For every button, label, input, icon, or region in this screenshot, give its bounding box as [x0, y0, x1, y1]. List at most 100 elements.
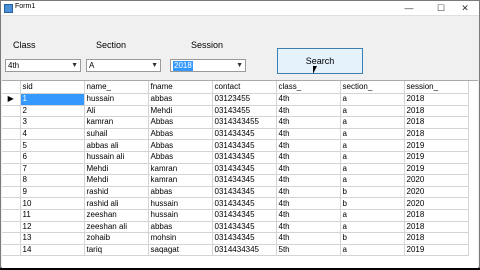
column-header-section[interactable]: section_: [340, 81, 405, 94]
cell-session[interactable]: 2018: [404, 232, 469, 245]
cell-contact[interactable]: 031434345: [212, 151, 277, 164]
cell-class[interactable]: 4th: [276, 105, 341, 118]
chevron-down-icon[interactable]: ▼: [71, 60, 78, 72]
cell-class[interactable]: 4th: [276, 186, 341, 199]
table-row[interactable]: 13 zohaib mohsin 031434345 4th b 2018: [2, 232, 469, 245]
cell-section[interactable]: a: [340, 116, 405, 129]
row-header[interactable]: [2, 209, 21, 222]
row-header[interactable]: [2, 105, 21, 118]
row-header[interactable]: [2, 232, 21, 245]
cell-contact[interactable]: 031434345: [212, 221, 277, 234]
table-row[interactable]: 14 tariq saqagat 0314434345 5th a 2019: [2, 244, 469, 257]
table-row[interactable]: 8 Mehdi kamran 031434345 4th a 2020: [2, 174, 469, 187]
cell-fname[interactable]: abbas: [148, 186, 213, 199]
column-header-fname[interactable]: fname: [148, 81, 213, 94]
cell-section[interactable]: b: [340, 186, 405, 199]
cell-name[interactable]: abbas ali: [84, 139, 149, 152]
cell-sid[interactable]: 7: [20, 163, 85, 176]
table-row[interactable]: 7 Mehdi kamran 031434345 4th a 2019: [2, 163, 469, 176]
cell-name[interactable]: rashid: [84, 186, 149, 199]
cell-sid[interactable]: 9: [20, 186, 85, 199]
cell-name[interactable]: Ali: [84, 105, 149, 118]
cell-sid[interactable]: 3: [20, 116, 85, 129]
table-row[interactable]: 6 hussain ali Abbas 031434345 4th a 2019: [2, 151, 469, 164]
cell-section[interactable]: a: [340, 151, 405, 164]
cell-section[interactable]: a: [340, 244, 405, 257]
cell-section[interactable]: a: [340, 139, 405, 152]
close-icon[interactable]: ✕: [450, 1, 480, 15]
cell-contact[interactable]: 031434345: [212, 163, 277, 176]
cell-fname[interactable]: Abbas: [148, 139, 213, 152]
cell-sid[interactable]: 1: [20, 93, 85, 106]
cell-sid[interactable]: 11: [20, 209, 85, 222]
cell-class[interactable]: 4th: [276, 151, 341, 164]
row-header[interactable]: [2, 139, 21, 152]
cell-fname[interactable]: Mehdi: [148, 105, 213, 118]
row-header[interactable]: [2, 163, 21, 176]
column-header-session[interactable]: session_: [404, 81, 469, 94]
cell-session[interactable]: 2018: [404, 116, 469, 129]
table-row[interactable]: 4 suhail Abbas 031434345 4th a 2018: [2, 128, 469, 141]
cell-session[interactable]: 2019: [404, 139, 469, 152]
cell-fname[interactable]: abbas: [148, 93, 213, 106]
chevron-down-icon[interactable]: ▼: [236, 60, 243, 72]
cell-section[interactable]: a: [340, 209, 405, 222]
column-header-class[interactable]: class_: [276, 81, 341, 94]
session-combobox[interactable]: 2018 ▼: [170, 59, 246, 72]
cell-fname[interactable]: Abbas: [148, 128, 213, 141]
table-row[interactable]: 5 abbas ali Abbas 031434345 4th a 2019: [2, 139, 469, 152]
cell-section[interactable]: a: [340, 128, 405, 141]
chevron-down-icon[interactable]: ▼: [151, 60, 158, 72]
cell-contact[interactable]: 031434345: [212, 174, 277, 187]
cell-session[interactable]: 2020: [404, 174, 469, 187]
cell-section[interactable]: b: [340, 232, 405, 245]
cell-sid[interactable]: 10: [20, 197, 85, 210]
cell-name[interactable]: suhail: [84, 128, 149, 141]
cell-session[interactable]: 2020: [404, 186, 469, 199]
cell-contact[interactable]: 031434345: [212, 232, 277, 245]
cell-sid[interactable]: 8: [20, 174, 85, 187]
cell-session[interactable]: 2020: [404, 197, 469, 210]
row-header[interactable]: [2, 186, 21, 199]
cell-session[interactable]: 2019: [404, 244, 469, 257]
row-header[interactable]: [2, 116, 21, 129]
cell-name[interactable]: zohaib: [84, 232, 149, 245]
cell-section[interactable]: a: [340, 163, 405, 176]
table-row[interactable]: 12 zeeshan ali abbas 031434345 4th a 2018: [2, 221, 469, 234]
class-combobox[interactable]: 4th ▼: [5, 59, 81, 72]
cell-fname[interactable]: mohsin: [148, 232, 213, 245]
table-row[interactable]: 3 kamran Abbas 0314343455 4th a 2018: [2, 116, 469, 129]
cell-fname[interactable]: Abbas: [148, 116, 213, 129]
column-header-sid[interactable]: sid: [20, 81, 85, 94]
cell-sid[interactable]: 2: [20, 105, 85, 118]
table-row[interactable]: 9 rashid abbas 031434345 4th b 2020: [2, 186, 469, 199]
cell-name[interactable]: rashid ali: [84, 197, 149, 210]
cell-contact[interactable]: 031434345: [212, 209, 277, 222]
cell-contact[interactable]: 0314434345: [212, 244, 277, 257]
cell-contact[interactable]: 031434345: [212, 139, 277, 152]
cell-name[interactable]: Mehdi: [84, 174, 149, 187]
row-header[interactable]: [2, 128, 21, 141]
cell-name[interactable]: tariq: [84, 244, 149, 257]
cell-class[interactable]: 5th: [276, 244, 341, 257]
cell-class[interactable]: 4th: [276, 232, 341, 245]
column-header-name[interactable]: name_: [84, 81, 149, 94]
cell-session[interactable]: 2018: [404, 221, 469, 234]
cell-class[interactable]: 4th: [276, 209, 341, 222]
cell-fname[interactable]: kamran: [148, 163, 213, 176]
table-row[interactable]: ▶ 1 hussain abbas 03123455 4th a 2018: [2, 93, 469, 106]
cell-name[interactable]: hussain ali: [84, 151, 149, 164]
table-row[interactable]: 2 Ali Mehdi 03143455 4th a 2018: [2, 105, 469, 118]
cell-sid[interactable]: 13: [20, 232, 85, 245]
cell-contact[interactable]: 0314343455: [212, 116, 277, 129]
cell-contact[interactable]: 031434345: [212, 186, 277, 199]
cell-section[interactable]: a: [340, 221, 405, 234]
cell-contact[interactable]: 031434345: [212, 197, 277, 210]
cell-class[interactable]: 4th: [276, 128, 341, 141]
cell-section[interactable]: b: [340, 197, 405, 210]
cell-sid[interactable]: 5: [20, 139, 85, 152]
cell-name[interactable]: zeeshan ali: [84, 221, 149, 234]
column-header-contact[interactable]: contact: [212, 81, 277, 94]
table-row[interactable]: 10 rashid ali hussain 031434345 4th b 2020: [2, 197, 469, 210]
cell-fname[interactable]: hussain: [148, 209, 213, 222]
